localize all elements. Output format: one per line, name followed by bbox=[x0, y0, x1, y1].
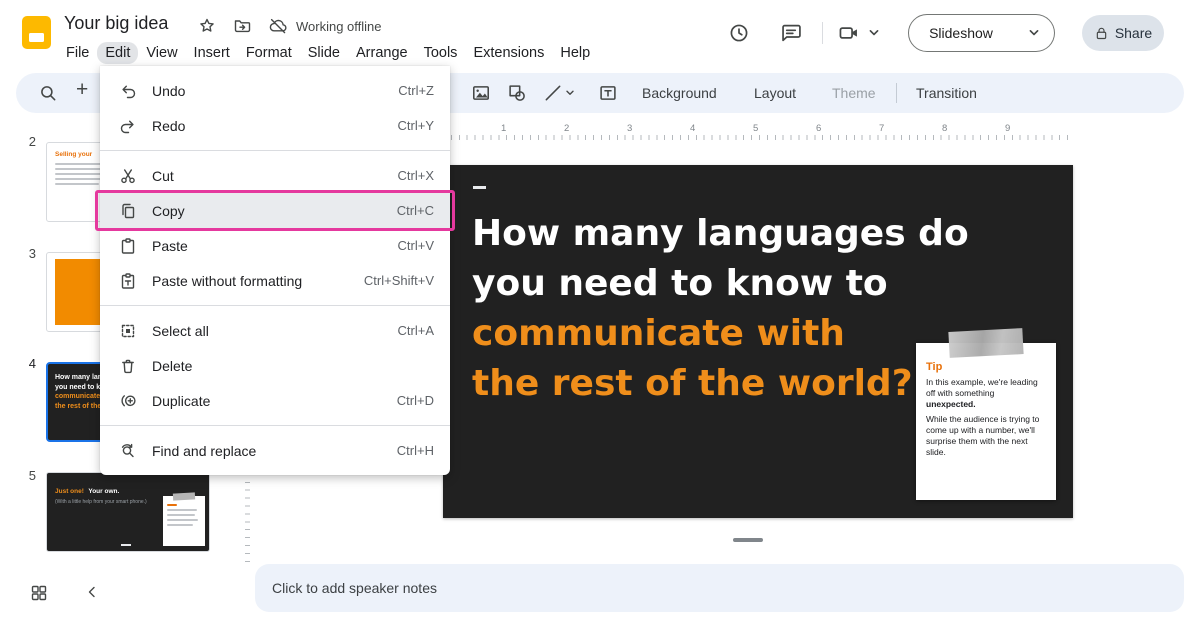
thumb5-tip-card bbox=[163, 496, 205, 546]
speaker-notes-placeholder: Click to add speaker notes bbox=[272, 580, 437, 596]
slideshow-dropdown-button[interactable] bbox=[1013, 14, 1055, 52]
menu-divider bbox=[100, 305, 450, 306]
menu-item-undo[interactable]: Undo Ctrl+Z bbox=[100, 73, 450, 108]
insert-shape-icon[interactable] bbox=[507, 83, 527, 103]
thumb2-text-bar bbox=[55, 173, 105, 175]
comments-icon[interactable] bbox=[780, 22, 802, 44]
share-button[interactable]: Share bbox=[1082, 15, 1164, 51]
menu-item-cut[interactable]: Cut Ctrl+X bbox=[100, 158, 450, 193]
tip-paragraph-1: In this example, we're leading off with … bbox=[926, 377, 1046, 410]
meet-camera-icon[interactable] bbox=[838, 22, 860, 44]
heading-line: How many languages do bbox=[472, 209, 1032, 259]
cloud-offline-icon[interactable] bbox=[268, 17, 288, 37]
menu-item-copy[interactable]: Copy Ctrl+C bbox=[100, 193, 450, 228]
duplicate-icon bbox=[118, 392, 138, 410]
tip-title: Tip bbox=[926, 361, 1046, 373]
document-title[interactable]: Your big idea bbox=[64, 13, 168, 34]
slide-thumbnail-5[interactable]: Just one! Your own. (With a little help … bbox=[46, 472, 210, 552]
slideshow-label: Slideshow bbox=[929, 25, 993, 41]
menu-item-paste[interactable]: Paste Ctrl+V bbox=[100, 228, 450, 263]
background-button[interactable]: Background bbox=[632, 81, 727, 105]
tip-paragraph-2: While the audience is trying to come up … bbox=[926, 414, 1046, 458]
menu-view[interactable]: View bbox=[138, 42, 185, 64]
slide-number-3: 3 bbox=[18, 246, 36, 261]
thumb5-dash bbox=[121, 544, 131, 546]
menu-extensions[interactable]: Extensions bbox=[465, 42, 552, 64]
thumb5-tape bbox=[173, 492, 195, 500]
lock-icon bbox=[1094, 26, 1109, 41]
menu-insert[interactable]: Insert bbox=[186, 42, 238, 64]
meet-chevron-icon[interactable] bbox=[868, 27, 890, 49]
menu-help[interactable]: Help bbox=[552, 42, 598, 64]
insert-line-icon[interactable] bbox=[543, 83, 563, 103]
collapse-filmstrip-icon[interactable] bbox=[84, 584, 102, 602]
menu-slide[interactable]: Slide bbox=[300, 42, 348, 64]
select-all-icon bbox=[118, 322, 138, 340]
thumb5-heading-orange: Just one! bbox=[55, 488, 84, 495]
menu-file[interactable]: File bbox=[58, 42, 97, 64]
slides-logo-inner bbox=[29, 33, 44, 42]
delete-icon bbox=[118, 357, 138, 375]
menu-tools[interactable]: Tools bbox=[416, 42, 466, 64]
move-folder-icon[interactable] bbox=[233, 17, 253, 37]
menu-arrange[interactable]: Arrange bbox=[348, 42, 416, 64]
slides-logo-icon[interactable] bbox=[22, 16, 51, 49]
menu-item-select-all[interactable]: Select all Ctrl+A bbox=[100, 313, 450, 348]
theme-button[interactable]: Theme bbox=[822, 81, 886, 105]
tip-card[interactable]: Tip In this example, we're leading off w… bbox=[916, 343, 1056, 500]
horizontal-ruler: 1 2 3 4 5 6 7 8 9 bbox=[443, 123, 1073, 140]
offline-status-text: Working offline bbox=[296, 19, 382, 34]
new-slide-plus-icon[interactable]: + bbox=[76, 78, 88, 102]
layout-button[interactable]: Layout bbox=[744, 81, 806, 105]
menu-item-duplicate[interactable]: Duplicate Ctrl+D bbox=[100, 383, 450, 418]
slide-number-2: 2 bbox=[18, 134, 36, 149]
star-icon[interactable] bbox=[198, 17, 218, 37]
find-replace-icon bbox=[118, 442, 138, 460]
insert-textbox-icon[interactable] bbox=[598, 83, 618, 103]
menu-divider bbox=[100, 425, 450, 426]
share-label: Share bbox=[1115, 25, 1152, 41]
version-history-icon[interactable] bbox=[728, 22, 750, 44]
thumb2-text-bar bbox=[55, 183, 99, 185]
tape-graphic bbox=[948, 328, 1023, 358]
google-slides-app: Your big idea Working offline File Edit … bbox=[0, 0, 1200, 628]
menu-item-find-and-replace[interactable]: Find and replace Ctrl+H bbox=[100, 433, 450, 468]
menu-item-delete[interactable]: Delete bbox=[100, 348, 450, 383]
copy-icon bbox=[118, 202, 138, 220]
heading-line: you need to know to bbox=[472, 259, 1032, 309]
speaker-notes-input[interactable]: Click to add speaker notes bbox=[255, 564, 1184, 612]
menu-format[interactable]: Format bbox=[238, 42, 300, 64]
undo-icon bbox=[118, 82, 138, 100]
slide-number-4: 4 bbox=[18, 356, 36, 371]
slideshow-button[interactable]: Slideshow bbox=[908, 14, 1014, 52]
zoom-icon[interactable] bbox=[38, 83, 58, 103]
insert-image-icon[interactable] bbox=[471, 83, 491, 103]
transition-button[interactable]: Transition bbox=[906, 81, 987, 105]
edit-menu-popup: Undo Ctrl+Z Redo Ctrl+Y Cut Ctrl+X Copy … bbox=[100, 66, 450, 475]
menu-edit[interactable]: Edit bbox=[97, 42, 138, 64]
slide-canvas[interactable]: How many languages do you need to know t… bbox=[443, 165, 1073, 518]
canvas-scroll-indicator[interactable] bbox=[733, 538, 763, 542]
grid-view-icon[interactable] bbox=[30, 584, 48, 602]
thumb5-heading-white: Your own. bbox=[88, 488, 119, 495]
cut-icon bbox=[118, 167, 138, 185]
line-chevron-icon[interactable] bbox=[565, 88, 585, 108]
paste-without-formatting-icon bbox=[118, 272, 138, 290]
menubar: File Edit View Insert Format Slide Arran… bbox=[58, 40, 598, 66]
slide-dash-element[interactable] bbox=[473, 186, 486, 189]
menu-item-redo[interactable]: Redo Ctrl+Y bbox=[100, 108, 450, 143]
redo-icon bbox=[118, 117, 138, 135]
toolbar-divider bbox=[896, 83, 897, 103]
topbar-divider bbox=[822, 22, 823, 44]
menu-divider bbox=[100, 150, 450, 151]
slide-number-5: 5 bbox=[18, 468, 36, 483]
paste-icon bbox=[118, 237, 138, 255]
chevron-down-icon bbox=[1028, 27, 1040, 39]
menu-item-paste-without-formatting[interactable]: Paste without formatting Ctrl+Shift+V bbox=[100, 263, 450, 298]
